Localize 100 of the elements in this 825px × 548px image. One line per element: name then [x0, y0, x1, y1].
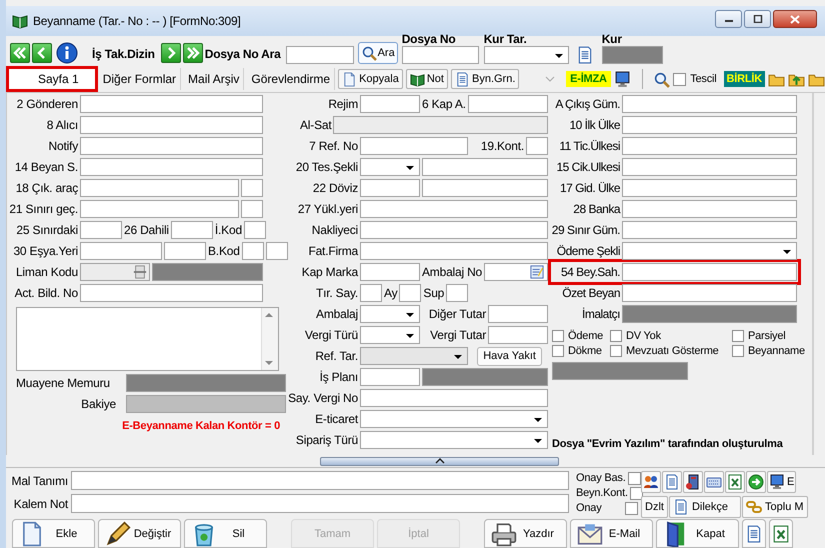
text-field[interactable] — [622, 284, 797, 302]
toolbar-button[interactable]: Dzlt — [641, 496, 668, 518]
checkbox[interactable] — [630, 486, 643, 500]
checkbox[interactable] — [732, 330, 744, 342]
action-button[interactable]: Değiştir — [98, 519, 181, 548]
toolbar-button[interactable]: Not — [406, 69, 448, 89]
toolbar-button[interactable] — [746, 471, 766, 493]
last-button[interactable] — [182, 43, 203, 63]
text-field[interactable] — [360, 95, 420, 113]
text-field[interactable] — [622, 137, 797, 155]
text-field[interactable] — [266, 242, 288, 260]
text-area[interactable] — [16, 307, 279, 371]
splitter-handle[interactable] — [320, 456, 559, 466]
text-field[interactable] — [526, 137, 548, 155]
text-field[interactable] — [622, 200, 797, 218]
text-field[interactable] — [80, 200, 239, 218]
action-button[interactable]: Ekle — [12, 519, 95, 548]
text-field[interactable] — [422, 179, 548, 197]
list-icon[interactable] — [133, 265, 147, 279]
text-field[interactable] — [80, 158, 263, 176]
text-field[interactable] — [80, 137, 263, 155]
checkbox[interactable] — [628, 472, 641, 484]
text-field[interactable] — [622, 263, 797, 281]
forward-button[interactable] — [160, 43, 181, 63]
text-field[interactable] — [360, 263, 420, 281]
toolbar-button[interactable]: Byn.Grn. — [450, 69, 520, 89]
dropdown[interactable] — [622, 242, 797, 260]
text-field[interactable] — [402, 46, 479, 64]
dropdown[interactable] — [360, 326, 420, 344]
text-field[interactable] — [484, 263, 548, 281]
monitor-icon[interactable] — [614, 70, 631, 88]
text-field[interactable] — [399, 284, 422, 302]
lookup-field[interactable] — [80, 263, 150, 281]
checkbox[interactable] — [552, 330, 564, 342]
toolbar-button[interactable]: E — [767, 471, 796, 493]
minimize-button[interactable] — [715, 10, 742, 28]
text-field[interactable] — [446, 284, 468, 302]
action-button[interactable]: Hava Yakıt — [477, 346, 542, 366]
text-field[interactable] — [422, 158, 548, 176]
text-field[interactable] — [360, 179, 420, 197]
text-field[interactable] — [170, 221, 213, 239]
checkbox[interactable] — [732, 345, 744, 357]
text-field[interactable] — [360, 137, 468, 155]
action-button[interactable]: E-Mail — [570, 519, 653, 548]
text-field[interactable] — [242, 242, 264, 260]
text-field[interactable] — [488, 305, 548, 323]
text-field[interactable] — [80, 95, 263, 113]
info-icon[interactable] — [56, 42, 78, 64]
action-button[interactable]: Kapat — [656, 519, 739, 548]
action-button[interactable]: Sil — [184, 519, 267, 548]
text-field[interactable] — [80, 116, 263, 134]
search-button[interactable]: Ara — [358, 42, 398, 64]
close-button[interactable] — [773, 10, 817, 28]
dropdown[interactable] — [484, 46, 569, 64]
text-field[interactable] — [71, 471, 569, 490]
text-field[interactable] — [622, 116, 797, 134]
dropdown[interactable] — [360, 305, 420, 323]
text-field[interactable] — [244, 221, 266, 239]
first-button[interactable] — [10, 43, 30, 63]
text-field[interactable] — [360, 242, 548, 260]
back-button[interactable] — [32, 43, 52, 63]
text-field[interactable] — [360, 221, 548, 239]
action-button[interactable]: Yazdır — [484, 519, 567, 548]
text-field[interactable] — [360, 389, 548, 407]
text-field[interactable] — [80, 242, 162, 260]
text-field[interactable] — [80, 221, 122, 239]
text-field[interactable] — [360, 284, 382, 302]
checkbox[interactable] — [610, 345, 622, 357]
checkbox[interactable] — [610, 330, 622, 342]
text-field[interactable] — [360, 200, 548, 218]
dropdown[interactable] — [360, 431, 548, 449]
tab[interactable]: Sayfa 1 — [8, 68, 96, 90]
search-icon[interactable] — [653, 70, 670, 88]
text-field[interactable] — [622, 95, 797, 113]
text-field[interactable] — [80, 179, 239, 197]
maximize-button[interactable] — [744, 10, 771, 28]
text-field[interactable] — [468, 95, 548, 113]
text-field[interactable] — [241, 179, 263, 197]
dropdown[interactable] — [360, 158, 420, 176]
toolbar-button[interactable]: Dilekçe — [668, 496, 742, 518]
text-field[interactable] — [488, 326, 548, 344]
text-field[interactable] — [360, 368, 420, 386]
text-field[interactable] — [241, 200, 263, 218]
toolbar-button[interactable]: Kopyala — [338, 69, 403, 89]
search-field[interactable] — [286, 46, 354, 64]
checkbox[interactable] — [673, 72, 686, 86]
dropdown[interactable] — [360, 410, 548, 428]
text-field[interactable] — [622, 158, 797, 176]
checkbox[interactable] — [552, 345, 564, 357]
toolbar-button[interactable]: Toplu M — [742, 496, 808, 518]
text-field[interactable] — [80, 284, 263, 302]
scrollbar[interactable] — [261, 308, 278, 370]
edit-icon[interactable] — [530, 265, 544, 279]
text-field[interactable] — [622, 179, 797, 197]
text-field[interactable] — [71, 494, 569, 513]
toolbar-button[interactable] — [641, 471, 661, 493]
checkbox[interactable] — [625, 502, 638, 514]
toolbar-button[interactable] — [683, 471, 703, 493]
text-field[interactable] — [164, 242, 206, 260]
text-field[interactable] — [622, 221, 797, 239]
